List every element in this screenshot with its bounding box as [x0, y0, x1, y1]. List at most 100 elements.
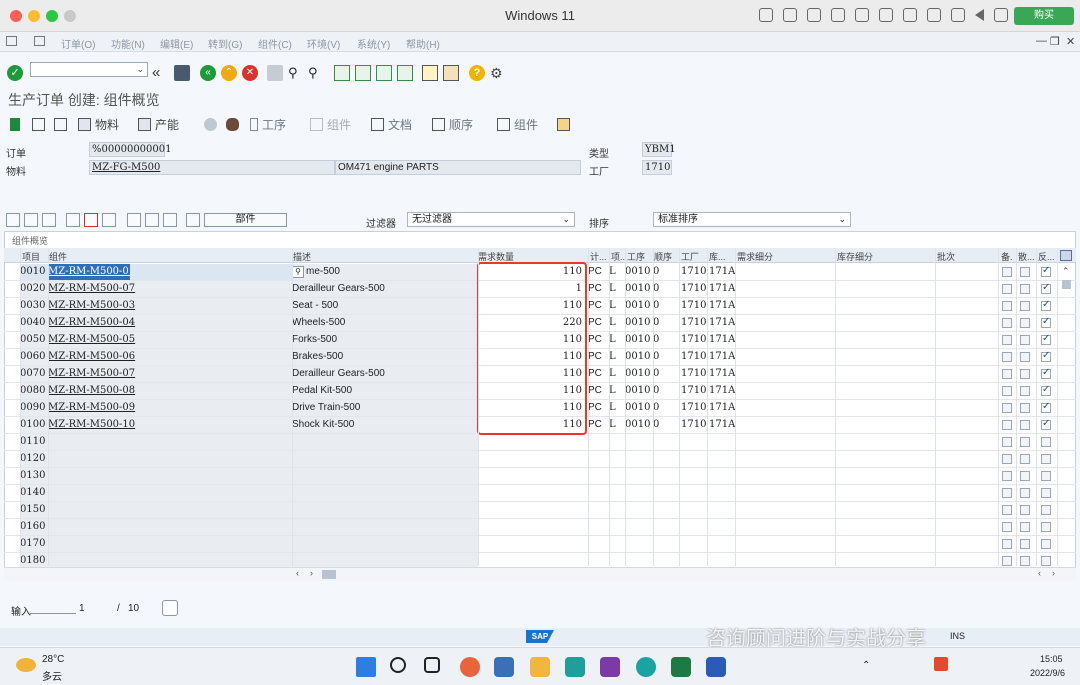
cell-storage-location[interactable]: 171A — [709, 417, 737, 433]
row-checkbox[interactable] — [1041, 367, 1051, 379]
first-page-icon[interactable] — [334, 65, 350, 81]
minimize-icon[interactable]: — — [1036, 35, 1047, 47]
scroll-up-icon[interactable]: ⌃ — [1062, 266, 1070, 277]
insert-row-icon[interactable] — [66, 213, 80, 227]
shortcut-icon[interactable] — [443, 65, 459, 81]
row-checkbox[interactable] — [1041, 454, 1051, 464]
excel-icon[interactable] — [671, 657, 691, 677]
toolbar-operation-button[interactable]: 工序 — [250, 116, 286, 132]
file-explorer-icon[interactable] — [530, 657, 550, 677]
cell-description[interactable]: Brakes-500 — [292, 349, 478, 365]
cell-category[interactable]: L — [609, 417, 623, 433]
column-config-icon[interactable] — [1060, 250, 1072, 261]
find-icon[interactable]: ⚲ — [288, 65, 304, 81]
row-checkbox[interactable] — [1041, 539, 1051, 549]
col-storage-location[interactable]: 库... — [709, 250, 733, 263]
row-checkbox[interactable] — [1041, 265, 1051, 277]
cell-category[interactable]: L — [609, 298, 623, 314]
menu-goto[interactable]: 转到(G) — [208, 36, 242, 51]
row-checkbox[interactable] — [1041, 488, 1051, 498]
cell-plant[interactable]: 1710 — [681, 383, 709, 399]
row-checkbox[interactable] — [1002, 301, 1012, 311]
camera-icon[interactable] — [927, 8, 941, 22]
weather-icon[interactable] — [16, 658, 36, 672]
start-icon[interactable] — [356, 657, 376, 677]
drive-icon[interactable] — [903, 8, 917, 22]
cell-sequence[interactable]: 0 — [653, 400, 679, 416]
row-checkbox[interactable] — [1020, 335, 1030, 345]
cell-operation[interactable]: 0010 — [625, 366, 653, 382]
row-checkbox[interactable] — [1041, 522, 1051, 532]
deselect-icon[interactable] — [42, 213, 56, 227]
row-checkbox[interactable] — [1020, 301, 1030, 311]
toolbar-component-button[interactable]: 组件 — [497, 116, 538, 132]
select-block-icon[interactable] — [24, 213, 38, 227]
cell-operation[interactable]: 0010 — [625, 417, 653, 433]
toolbar-document-button[interactable]: 文档 — [371, 116, 412, 132]
cell-category[interactable]: L — [609, 383, 623, 399]
row-checkbox[interactable] — [1002, 539, 1012, 549]
table-row[interactable]: 0130 — [4, 468, 1076, 485]
row-checkbox[interactable] — [1002, 556, 1012, 566]
plant-field[interactable]: 1710 — [642, 160, 672, 175]
row-checkbox[interactable] — [1002, 471, 1012, 481]
cell-plant[interactable]: 1710 — [681, 264, 709, 280]
cell-description[interactable]: Wheels-500 — [292, 315, 478, 331]
row-checkbox[interactable] — [1041, 437, 1051, 447]
order-type-field[interactable]: YBM1 — [642, 142, 676, 157]
cell-component[interactable]: MZ-RM-M500-06 — [48, 349, 292, 365]
cell-unit[interactable]: PC — [588, 349, 606, 365]
col-unit[interactable]: 计... — [590, 250, 607, 263]
scroll-thumb[interactable] — [1062, 280, 1071, 289]
col-stock-segment[interactable]: 库存细分 — [837, 250, 873, 263]
row-checkbox[interactable] — [1041, 299, 1051, 311]
save-icon[interactable] — [174, 65, 190, 81]
menu-function[interactable]: 功能(N) — [111, 36, 145, 51]
cell-sequence[interactable]: 0 — [653, 383, 679, 399]
row-checkbox[interactable] — [1020, 369, 1030, 379]
cell-description[interactable]: Derailleur Gears-500 — [292, 281, 478, 297]
keyboard-icon[interactable] — [759, 8, 773, 22]
cell-unit[interactable]: PC — [588, 383, 606, 399]
row-checkbox[interactable] — [1020, 471, 1030, 481]
cell-component[interactable]: MZ-RM-M500-07 — [48, 281, 292, 297]
menu-component[interactable]: 组件(C) — [258, 36, 292, 51]
row-checkbox[interactable] — [1020, 454, 1030, 464]
cell-description[interactable]: Forks-500 — [292, 332, 478, 348]
cell-operation[interactable]: 0010 — [625, 400, 653, 416]
settings-gear-icon[interactable]: ⚙ — [490, 65, 506, 81]
col-bulk[interactable]: 散... — [1018, 250, 1036, 263]
filter-dropdown[interactable]: 无过滤器 ⌄ — [407, 212, 575, 227]
share-icon[interactable] — [951, 8, 965, 22]
info-icon[interactable] — [127, 213, 141, 227]
row-checkbox[interactable] — [1041, 471, 1051, 481]
cell-plant[interactable]: 1710 — [681, 332, 709, 348]
cell-unit[interactable]: PC — [588, 417, 606, 433]
row-checkbox[interactable] — [1002, 335, 1012, 345]
search-icon[interactable] — [390, 657, 406, 673]
row-checkbox[interactable] — [1002, 318, 1012, 328]
cell-storage-location[interactable]: 171A — [709, 349, 737, 365]
onenote-icon[interactable] — [600, 657, 620, 677]
order-field[interactable]: %00000000001 — [89, 142, 172, 157]
previous-page-icon[interactable] — [355, 65, 371, 81]
parts-button[interactable]: 部件 — [204, 213, 287, 227]
col-description[interactable]: 描述 — [293, 250, 311, 263]
cell-unit[interactable]: PC — [588, 281, 606, 297]
table-row[interactable]: 0140 — [4, 485, 1076, 502]
row-checkbox[interactable] — [1002, 522, 1012, 532]
cell-component[interactable]: MZ-RM-M500-04 — [48, 315, 292, 331]
cell-sequence[interactable]: 0 — [653, 417, 679, 433]
row-checkbox[interactable] — [1002, 352, 1012, 362]
entry-refresh-icon[interactable] — [162, 600, 178, 616]
cell-unit[interactable]: PC — [588, 298, 606, 314]
value-help-icon[interactable]: ⚲ — [292, 266, 304, 278]
close-icon[interactable]: ✕ — [1066, 35, 1075, 48]
scroll-left-icon[interactable]: ‹ — [296, 568, 299, 578]
table-row[interactable]: 0120 — [4, 451, 1076, 468]
cell-unit[interactable]: PC — [588, 366, 606, 382]
menu-system[interactable]: 系统(Y) — [357, 36, 390, 51]
row-checkbox[interactable] — [1020, 318, 1030, 328]
row-checkbox[interactable] — [1041, 282, 1051, 294]
chrome-icon[interactable] — [460, 657, 480, 677]
